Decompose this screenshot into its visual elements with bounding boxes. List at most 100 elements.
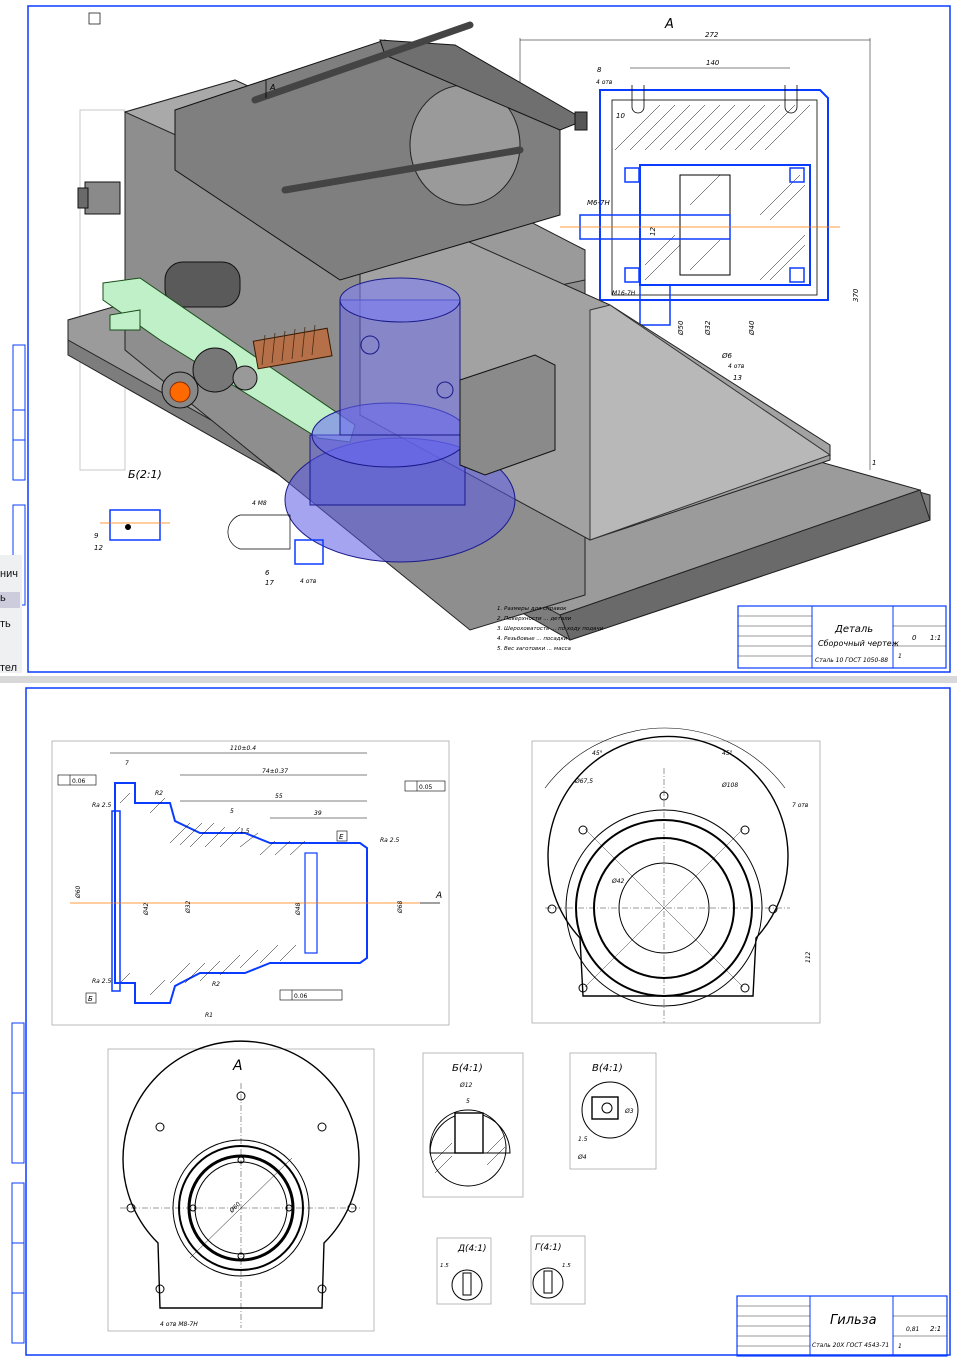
view-a-label: А: [664, 17, 674, 32]
dim-d68: Ø68: [397, 900, 404, 914]
dim-d50: Ø50: [677, 320, 685, 336]
r2-upper: R2: [155, 790, 163, 797]
ui-fragment-3: ть: [0, 618, 11, 630]
note-2: 2. Поверхности ... детали: [497, 616, 572, 622]
detail-g-title: Г(4:1): [535, 1243, 562, 1253]
ui-fragment-1: нич: [0, 568, 18, 580]
assembly-3d-model: [67, 21, 931, 641]
ra-lower: Ra 2.5: [92, 978, 111, 985]
sheet2-title-block: Гильза Сталь 20Х ГОСТ 4543-71 2:1 0,81 1: [736, 1295, 948, 1357]
detail-v-dim-3: Ø4: [577, 1154, 587, 1161]
tolerance-frame-2: 0.05: [404, 780, 446, 792]
dim-39: 39: [314, 810, 322, 817]
dim-d40: Ø40: [748, 320, 756, 336]
note-1: 1. Размеры для справок: [497, 606, 567, 612]
tolerance-frame-1: 0.06: [57, 774, 97, 786]
part-mass: 0,81: [906, 1326, 919, 1333]
view-a-note: 4 отв М8-7Н: [160, 1321, 198, 1328]
label-4-holes: 4 отв: [300, 578, 317, 585]
part-name: Гильза: [830, 1313, 877, 1328]
ra-upper: Ra 2.5: [92, 802, 111, 809]
cut-arrow-label: А: [269, 83, 275, 92]
dim-4-holes: 4 отв: [596, 79, 613, 86]
angle-45-right: 45°: [722, 750, 733, 757]
dim-d42: Ø42: [143, 902, 150, 916]
main-section-view: 110±0.4 74±0.37 55 39 Ø60 Ø42 Ø32 Ø48 Ø6…: [51, 740, 450, 1026]
assembly-drawing-svg: А 272 140 8 4 отв М6-7Н 10 12 М16-7Н Ø32…: [12, 5, 951, 673]
dim-d6: Ø6: [721, 352, 733, 360]
part-material: Сталь 20Х ГОСТ 4543-71: [812, 1342, 889, 1349]
dim-10: 10: [616, 112, 625, 120]
title-mass: 0: [912, 634, 917, 642]
label-17: 17: [265, 579, 274, 587]
detail-v-dim-1: 1.5: [578, 1136, 588, 1143]
tol-3: 0.06: [294, 993, 308, 1000]
dim-74: 74±0.37: [262, 768, 288, 775]
part-drawing-sheet: 110±0.4 74±0.37 55 39 Ø60 Ø42 Ø32 Ø48 Ø6…: [0, 683, 957, 1360]
part-sheet: 1: [898, 1343, 902, 1350]
sheet2-side-stamp: [11, 1022, 25, 1344]
angle-45-left: 45°: [592, 750, 603, 757]
tolerance-frame-3: 0.06: [279, 989, 343, 1001]
sheet2-frame: [25, 687, 951, 1356]
view-a-dim: Ø60: [228, 1201, 243, 1216]
note-4: 4. Резьбовые ... посадки: [497, 636, 568, 642]
label-6: 6: [265, 569, 270, 577]
view-a: А Ø60 4 отв М8-7Н: [107, 1040, 375, 1332]
detail-b-title: Б(4:1): [452, 1063, 483, 1074]
note-5: 5. Вес заготовки ... масса: [497, 646, 571, 652]
detail-b-view: Б(2:1) 9 12: [94, 468, 170, 552]
detail-v-dim-2: Ø3: [624, 1108, 634, 1115]
dim-m16: М16-7Н: [612, 290, 636, 297]
dim-112: 112: [805, 951, 812, 963]
holes-7: 7 отв: [792, 802, 809, 809]
detail-b-num: 9: [94, 532, 99, 540]
title-detail: Деталь: [834, 624, 873, 635]
dim-d32: Ø32: [185, 900, 192, 914]
dim-4-holes-b: 4 отв: [728, 363, 745, 370]
datum-a: А: [435, 891, 442, 901]
detail-v-title: В(4:1): [592, 1063, 623, 1074]
title-scale: 1:1: [930, 634, 941, 642]
dim-370: 370: [852, 288, 860, 302]
detail-g: Г(4:1) 1.5: [530, 1235, 586, 1305]
assembly-drawing-sheet: А 272 140 8 4 отв М6-7Н 10 12 М16-7Н Ø32…: [0, 0, 957, 676]
dim-12: 12: [649, 227, 657, 236]
ring-label: 4 М8: [252, 500, 267, 507]
ui-fragment-2[interactable]: ь: [0, 592, 20, 608]
ui-fragment-4: тел: [0, 662, 18, 674]
dim-8: 8: [597, 66, 602, 74]
dim-110: 110±0.4: [230, 745, 256, 752]
ra-right: Ra 2.5: [380, 837, 399, 844]
detail-b-dim-1: Ø12: [459, 1082, 473, 1089]
dim-13: 13: [733, 374, 742, 382]
dim-1-5: 1.5: [240, 828, 250, 835]
sheet1-title-block: Деталь Сборочный чертеж Сталь 10 ГОСТ 10…: [737, 605, 947, 669]
dim-140: 140: [706, 59, 720, 67]
detail-b: Б(4:1) Ø12 5: [422, 1052, 524, 1198]
r2-lower: R2: [212, 981, 220, 988]
tol-1: 0.06: [72, 778, 86, 785]
datum-e: Е: [339, 833, 344, 841]
detail-d-title: Д(4:1): [457, 1244, 487, 1254]
dim-m6: М6-7Н: [587, 199, 610, 207]
dim-d60: Ø60: [75, 885, 82, 899]
note-3: 3. Шероховатость ... по ходу подачи: [497, 626, 604, 632]
detail-d-dim: 1.5: [440, 1263, 449, 1269]
datum-b: Б: [88, 995, 93, 1003]
title-material: Сталь 10 ГОСТ 1050-88: [815, 657, 888, 664]
tol-2: 0.05: [419, 784, 433, 791]
dim-d32: Ø32: [704, 320, 712, 336]
detail-b-title: Б(2:1): [128, 468, 162, 481]
sheet-separator: [0, 676, 957, 683]
title-assembly: Сборочный чертеж: [818, 639, 900, 648]
view-a-title: А: [232, 1058, 243, 1074]
part-drawing-svg: 110±0.4 74±0.37 55 39 Ø60 Ø42 Ø32 Ø48 Ø6…: [11, 687, 951, 1357]
dim-272: 272: [705, 31, 719, 39]
dim-1: 1: [872, 459, 876, 467]
detail-g-dim: 1.5: [562, 1263, 571, 1269]
r1-label: R1: [205, 1012, 213, 1019]
title-sheet: 1: [898, 653, 902, 660]
dim-55: 55: [275, 793, 283, 800]
dim-d48: Ø48: [295, 902, 302, 916]
